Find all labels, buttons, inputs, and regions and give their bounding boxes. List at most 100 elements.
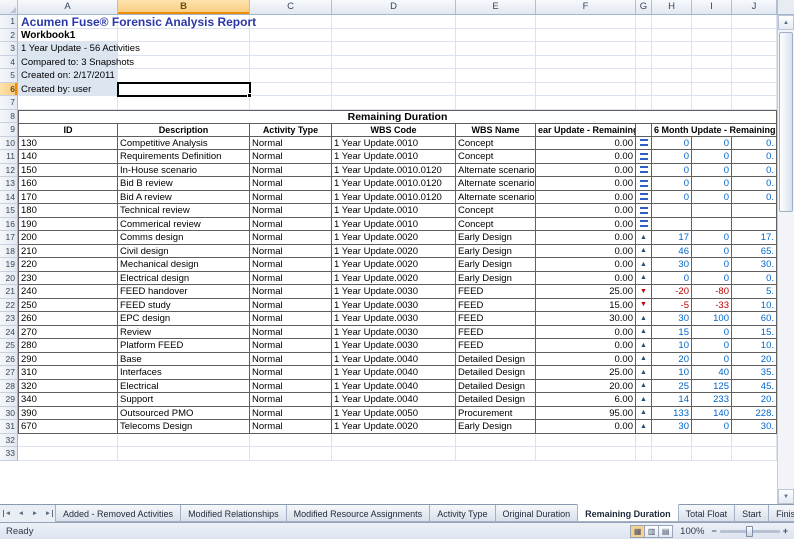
cell[interactable] [118,447,250,461]
cell-change-2[interactable]: 100 [692,312,732,326]
cell-wbs-code[interactable]: 1 Year Update.0030 [332,326,456,340]
cell[interactable] [456,42,536,56]
row-header-12[interactable]: 12 [0,164,18,178]
cell-description[interactable]: Review [118,326,250,340]
cell-wbs-code[interactable]: 1 Year Update.0040 [332,366,456,380]
cell-change-1[interactable]: 30 [652,312,692,326]
zoom-level[interactable]: 100% [680,526,704,537]
cell-description[interactable]: Interfaces [118,366,250,380]
cell[interactable] [332,15,456,29]
page-layout-view-button[interactable]: ▥ [644,525,659,538]
cell[interactable] [732,15,777,29]
cell-description[interactable]: FEED handover [118,285,250,299]
cell-wbs-name[interactable]: Procurement [456,407,536,421]
cell-remaining-duration[interactable]: 0.00 [536,137,636,151]
cell[interactable] [732,29,777,43]
cell-description[interactable]: Competitive Analysis [118,137,250,151]
row-header-21[interactable]: 21 [0,285,18,299]
vertical-scroll-track[interactable] [778,30,794,489]
cell-activity-type[interactable]: Normal [250,150,332,164]
cell-change-2[interactable]: 0 [692,137,732,151]
cell-trend[interactable] [636,150,652,164]
cell[interactable] [692,434,732,448]
cell[interactable] [250,42,332,56]
cell[interactable] [636,69,652,83]
cell[interactable] [536,96,636,110]
cell[interactable] [118,434,250,448]
cell[interactable] [456,447,536,461]
cell[interactable] [536,447,636,461]
cell-trend[interactable] [636,164,652,178]
cell-change-2[interactable]: 0 [692,326,732,340]
cell-change-1[interactable]: 0 [652,191,692,205]
cell[interactable] [536,83,636,97]
cell[interactable] [536,56,636,70]
cell-change-2[interactable]: 0 [692,339,732,353]
cell-id[interactable]: 240 [18,285,118,299]
cell-description[interactable]: Technical review [118,204,250,218]
cell[interactable] [692,69,732,83]
cell-change-1[interactable]: -20 [652,285,692,299]
row-header-27[interactable]: 27 [0,366,18,380]
cell[interactable] [18,434,118,448]
row-header-15[interactable]: 15 [0,204,18,218]
cell-wbs-name[interactable]: Early Design [456,272,536,286]
cell-id[interactable]: 670 [18,420,118,434]
column-header-C[interactable]: C [250,0,332,14]
cell[interactable] [652,42,692,56]
row-header-31[interactable]: 31 [0,420,18,434]
row-header-32[interactable]: 32 [0,434,18,448]
row-header-11[interactable]: 11 [0,150,18,164]
cell[interactable] [536,69,636,83]
cell-change-3[interactable]: 0. [732,272,777,286]
row-header-17[interactable]: 17 [0,231,18,245]
sheet-tab[interactable]: Modified Relationships [180,505,287,522]
sheet-tab[interactable]: Original Duration [495,505,579,522]
zoom-slider[interactable]: − + [711,526,788,536]
cell-id[interactable]: 280 [18,339,118,353]
cell[interactable] [118,96,250,110]
cell-remaining-duration[interactable]: 0.00 [536,339,636,353]
cell-id[interactable]: 390 [18,407,118,421]
cell[interactable] [636,15,652,29]
cell-change-3[interactable]: 5. [732,285,777,299]
cell-wbs-code[interactable]: 1 Year Update.0040 [332,353,456,367]
cell-activity-type[interactable]: Normal [250,204,332,218]
cell-change-1[interactable]: 30 [652,258,692,272]
cell-wbs-name[interactable]: Early Design [456,245,536,259]
cell-trend[interactable] [636,177,652,191]
cell-trend[interactable] [636,204,652,218]
cell-id[interactable]: 260 [18,312,118,326]
cell-change-2[interactable]: -80 [692,285,732,299]
sheet-tab[interactable]: Activity Type [429,505,495,522]
cell-change-3[interactable]: 15. [732,326,777,340]
cell[interactable] [692,447,732,461]
cell-wbs-code[interactable]: 1 Year Update.0010.0120 [332,191,456,205]
cell-remaining-duration[interactable]: 0.00 [536,245,636,259]
cell-change-1[interactable] [652,204,692,218]
cell-wbs-code[interactable]: 1 Year Update.0010 [332,137,456,151]
cell-change-3[interactable]: 0. [732,150,777,164]
cell-wbs-name[interactable]: Concept [456,137,536,151]
cell-remaining-duration[interactable]: 0.00 [536,218,636,232]
column-header-I[interactable]: I [692,0,732,14]
cell-description[interactable]: Commerical review [118,218,250,232]
cell-description[interactable]: Bid A review [118,191,250,205]
cell-change-1[interactable]: 0 [652,272,692,286]
cell-change-3[interactable]: 0. [732,191,777,205]
cell-change-3[interactable]: 0. [732,177,777,191]
cell-change-1[interactable] [652,218,692,232]
cell-change-3[interactable]: 35. [732,366,777,380]
cell-change-3[interactable]: 30. [732,258,777,272]
cell-id[interactable]: 180 [18,204,118,218]
cell-wbs-name[interactable]: Alternate scenario [456,164,536,178]
cell-change-2[interactable]: -33 [692,299,732,313]
cell-activity-type[interactable]: Normal [250,245,332,259]
cell-change-2[interactable]: 233 [692,393,732,407]
row-header-30[interactable]: 30 [0,407,18,421]
cell-change-1[interactable]: 0 [652,150,692,164]
cell-description[interactable]: Support [118,393,250,407]
cell[interactable] [118,56,250,70]
row-header-33[interactable]: 33 [0,447,18,461]
cell[interactable] [536,15,636,29]
